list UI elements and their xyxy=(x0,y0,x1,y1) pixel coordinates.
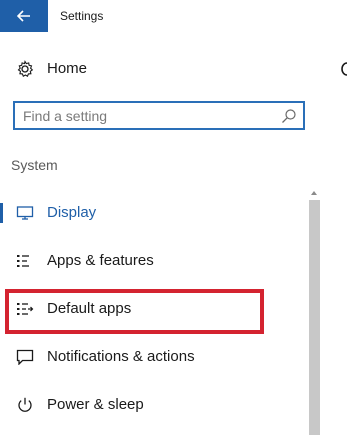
monitor-icon xyxy=(16,206,34,220)
nav-item-display[interactable]: Display xyxy=(0,195,300,231)
section-label: System xyxy=(11,157,58,173)
window-title: Settings xyxy=(60,9,104,23)
nav-item-apps-features[interactable]: Apps & features xyxy=(0,243,300,279)
nav-label-apps-features: Apps & features xyxy=(47,252,154,269)
nav-item-notifications[interactable]: Notifications & actions xyxy=(0,339,300,375)
home-link[interactable]: Home xyxy=(0,55,310,83)
arrow-left-icon xyxy=(17,10,30,22)
title-bar: Settings xyxy=(0,0,347,32)
content-edge-glyph xyxy=(341,60,347,78)
home-label: Home xyxy=(47,60,88,77)
search-icon[interactable] xyxy=(281,108,297,124)
power-icon xyxy=(18,397,32,412)
scroll-up-arrow[interactable] xyxy=(309,188,319,198)
nav-label-power-sleep: Power & sleep xyxy=(47,396,144,413)
default-apps-icon xyxy=(17,303,34,315)
nav-item-default-apps[interactable]: Default apps xyxy=(0,291,300,327)
back-button[interactable] xyxy=(0,0,48,32)
list-icon xyxy=(17,255,29,267)
search-box[interactable] xyxy=(13,101,305,130)
nav-label-default-apps: Default apps xyxy=(47,300,132,317)
scrollbar[interactable] xyxy=(309,200,320,435)
notification-icon xyxy=(16,349,34,365)
active-indicator xyxy=(0,203,3,223)
nav-label-notifications: Notifications & actions xyxy=(47,348,195,365)
nav-item-power-sleep[interactable]: Power & sleep xyxy=(0,387,300,423)
search-input[interactable] xyxy=(23,107,273,125)
gear-icon xyxy=(17,60,34,77)
nav-label-display: Display xyxy=(47,204,97,221)
